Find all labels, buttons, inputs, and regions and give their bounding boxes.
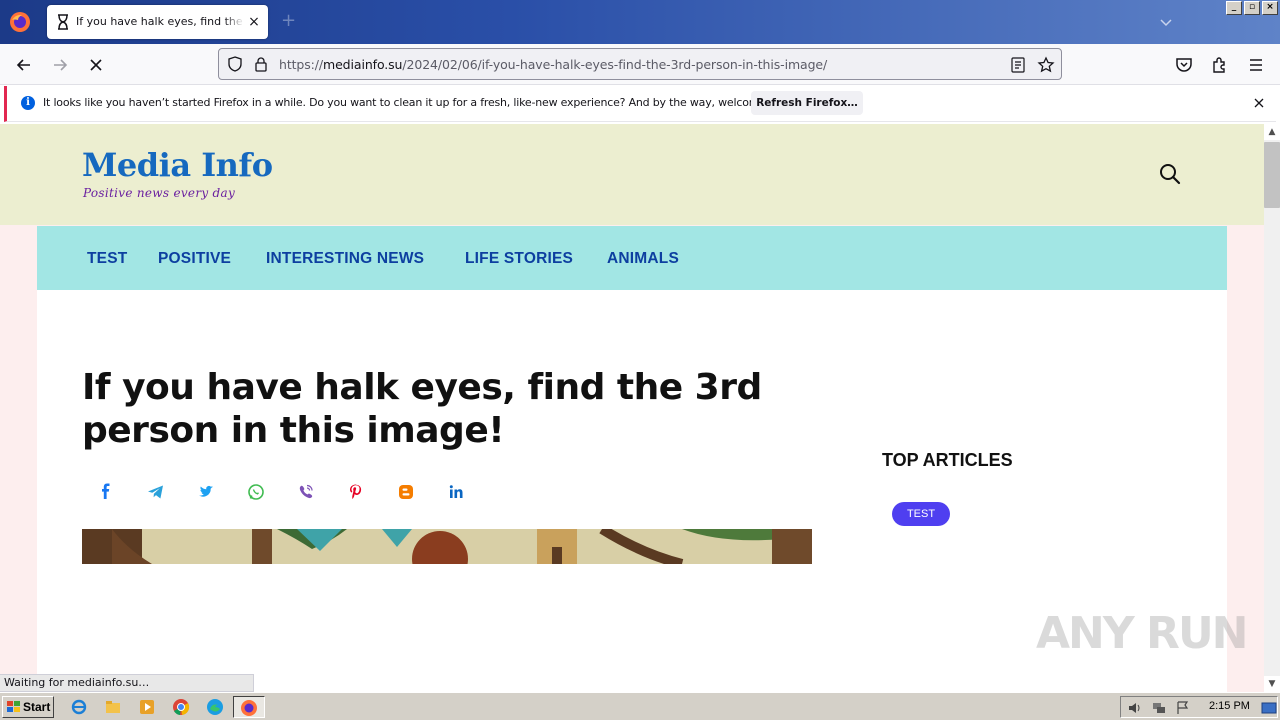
sidebar-heading: TOP ARTICLES (882, 450, 1013, 470)
edge-icon[interactable] (206, 698, 224, 716)
tab-close-icon[interactable]: × (246, 14, 262, 30)
site-logo-title[interactable]: Media Info (82, 146, 273, 184)
url-text[interactable]: https://mediainfo.su/2024/02/06/if-you-h… (279, 57, 827, 72)
new-tab-button[interactable]: + (281, 12, 299, 30)
nav-item-test[interactable]: TEST (87, 250, 127, 268)
scrollbar-thumb[interactable] (1264, 142, 1280, 208)
network-icon[interactable] (1151, 700, 1167, 716)
site-navigation: TEST POSITIVE INTERESTING NEWS LIFE STOR… (37, 226, 1227, 290)
anyrun-watermark: ANY RUN (1036, 608, 1248, 659)
internet-explorer-icon[interactable] (70, 698, 88, 716)
scroll-down-arrow[interactable]: ▼ (1264, 676, 1280, 692)
tab-title: If you have halk eyes, find the 3rd pers… (76, 15, 244, 28)
speaker-icon[interactable] (1127, 700, 1143, 716)
nav-item-positive[interactable]: POSITIVE (158, 250, 231, 268)
chrome-icon[interactable] (172, 698, 190, 716)
file-explorer-icon[interactable] (104, 698, 122, 716)
search-icon[interactable] (1158, 162, 1182, 186)
list-all-tabs-icon[interactable] (1158, 14, 1174, 30)
tab-current[interactable]: If you have halk eyes, find the 3rd pers… (47, 5, 268, 39)
extensions-icon[interactable] (1210, 55, 1230, 75)
scroll-up-arrow[interactable]: ▲ (1264, 124, 1280, 140)
tab-strip: If you have halk eyes, find the 3rd pers… (0, 0, 1280, 44)
taskbar-firefox-active[interactable] (233, 696, 265, 718)
linkedin-icon[interactable] (442, 478, 470, 506)
notification-message: It looks like you haven’t started Firefo… (43, 96, 799, 109)
stop-loading-icon[interactable] (86, 55, 106, 75)
bookmark-star-icon[interactable] (1037, 56, 1055, 74)
forward-arrow-icon[interactable] (50, 55, 70, 75)
twitter-icon[interactable] (192, 478, 220, 506)
close-icon[interactable] (1251, 95, 1267, 111)
media-player-icon[interactable] (138, 698, 156, 716)
page-viewport: Media Info Positive news every day TEST … (0, 124, 1264, 692)
close-window-button[interactable]: × (1262, 1, 1278, 15)
loading-hourglass-icon (58, 14, 68, 30)
site-header: Media Info Positive news every day (0, 124, 1264, 225)
show-desktop-icon[interactable] (1261, 700, 1277, 716)
nav-item-animals[interactable]: ANIMALS (607, 250, 679, 268)
start-button[interactable]: Start (2, 696, 54, 718)
start-label: Start (23, 700, 51, 714)
firefox-icon (241, 700, 257, 716)
minimize-button[interactable]: _ (1226, 1, 1242, 15)
article-title: If you have halk eyes, find the 3rd pers… (82, 367, 762, 451)
article-image-illustration (82, 529, 812, 564)
back-arrow-icon[interactable] (14, 55, 34, 75)
article-image (82, 529, 812, 564)
refresh-firefox-button[interactable]: Refresh Firefox… (751, 91, 863, 115)
whatsapp-icon[interactable] (242, 478, 270, 506)
nav-item-interesting-news[interactable]: INTERESTING NEWS (266, 250, 424, 268)
pinterest-icon[interactable] (342, 478, 370, 506)
viber-icon[interactable] (292, 478, 320, 506)
firefox-icon[interactable] (8, 10, 32, 34)
shield-icon[interactable] (227, 56, 243, 72)
action-center-flag-icon[interactable] (1175, 700, 1191, 716)
pocket-icon[interactable] (1174, 55, 1194, 75)
scrollbar[interactable] (1264, 140, 1280, 676)
windows-logo-icon (7, 701, 20, 712)
status-text: Waiting for mediainfo.su… (0, 674, 254, 692)
info-icon: i (21, 96, 35, 110)
category-badge[interactable]: TEST (892, 502, 950, 526)
system-tray: 2:15 PM (1120, 696, 1278, 718)
nav-toolbar: https://mediainfo.su/2024/02/06/if-you-h… (0, 44, 1280, 85)
reader-view-icon[interactable] (1011, 57, 1025, 73)
nav-item-life-stories[interactable]: LIFE STORIES (465, 250, 573, 268)
lock-icon[interactable] (254, 56, 268, 72)
restore-button[interactable]: ▫ (1244, 1, 1260, 15)
notification-bar: i It looks like you haven’t started Fire… (4, 86, 1276, 122)
window-controls: _ ▫ × (1226, 1, 1278, 16)
url-bar[interactable]: https://mediainfo.su/2024/02/06/if-you-h… (218, 48, 1062, 80)
taskbar-clock[interactable]: 2:15 PM (1209, 700, 1250, 712)
blogger-icon[interactable] (392, 478, 420, 506)
hamburger-menu-icon[interactable] (1246, 55, 1266, 75)
taskbar: Start 2:15 PM (0, 692, 1280, 720)
facebook-icon[interactable] (92, 478, 120, 506)
telegram-icon[interactable] (142, 478, 170, 506)
site-tagline: Positive news every day (83, 186, 236, 200)
